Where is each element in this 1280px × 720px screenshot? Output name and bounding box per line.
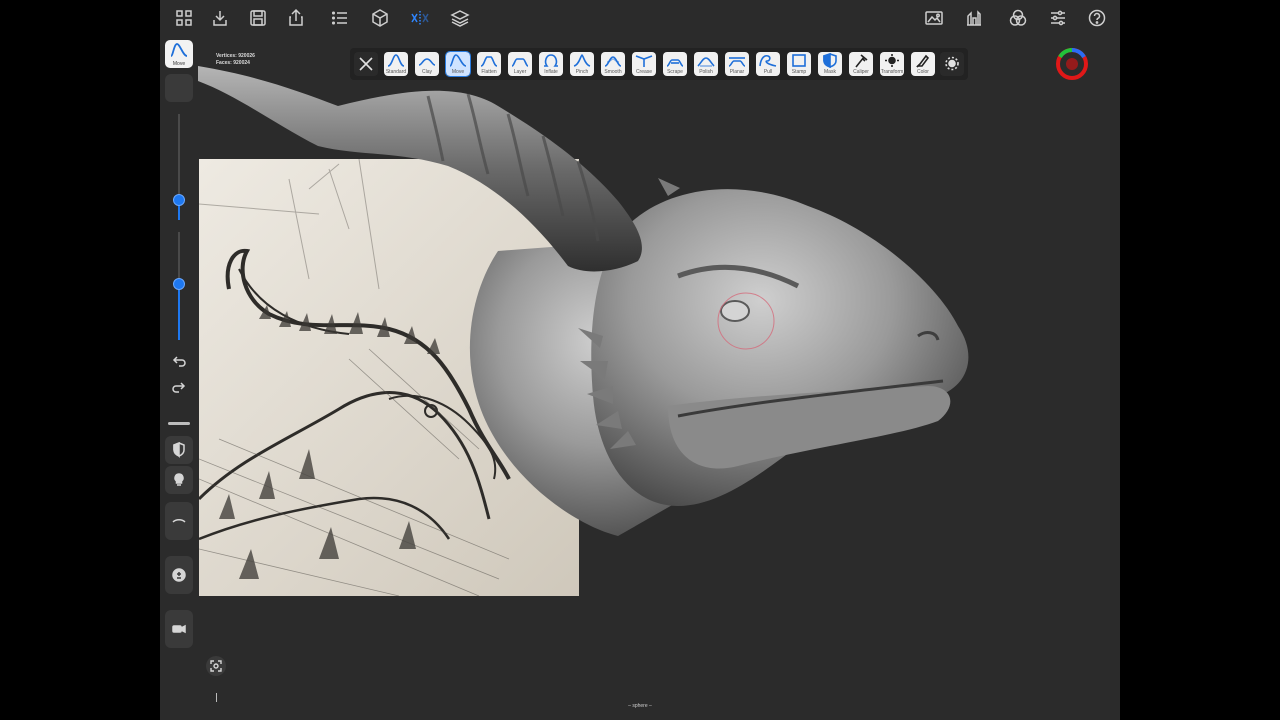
symmetry-icon[interactable]: [408, 6, 432, 30]
tool-pull[interactable]: Pull: [756, 52, 780, 76]
tool-scrape[interactable]: Scrape: [663, 52, 687, 76]
redo-button[interactable]: [165, 374, 193, 402]
caliper-icon: [855, 54, 868, 68]
dragon-head: [591, 189, 969, 506]
import-icon[interactable]: [208, 6, 232, 30]
planar-brush-icon: [728, 57, 746, 67]
radius-slider-track[interactable]: [178, 114, 180, 194]
app-window: Vertices: 920026 Faces: 920024 Standard …: [160, 0, 1120, 720]
clay-brush-icon: [418, 58, 436, 66]
settings-sliders-icon[interactable]: [1046, 6, 1070, 30]
tool-planar[interactable]: Planar: [725, 52, 749, 76]
camera-button[interactable]: [165, 610, 193, 648]
crossed-tools-icon: [359, 57, 373, 71]
scrape-brush-icon: [666, 59, 684, 67]
top-bar: [160, 0, 1120, 36]
polish-brush-icon: [697, 57, 715, 67]
faces-count: Faces: 920024: [216, 60, 250, 66]
text-cursor: [216, 693, 217, 702]
layers-icon[interactable]: [448, 6, 472, 30]
tool-preset-button[interactable]: [165, 74, 193, 102]
tool-options[interactable]: [940, 52, 964, 76]
vertices-count: Vertices: 920026: [216, 53, 255, 59]
snapshot-button[interactable]: [206, 656, 226, 676]
intensity-slider-thumb[interactable]: [173, 278, 185, 290]
move-brush-icon: [170, 43, 188, 57]
tool-flatten[interactable]: Flatten: [477, 52, 501, 76]
screenshot-icon: [210, 660, 222, 672]
light-button[interactable]: [165, 466, 193, 494]
add-subtract-button[interactable]: [165, 556, 193, 594]
sidebar-divider: [168, 422, 190, 425]
share-icon[interactable]: [284, 6, 308, 30]
plus-minus-icon: [172, 568, 186, 582]
save-icon[interactable]: [246, 6, 270, 30]
sculpt-toolbar: Standard Clay Move Flatten Layer Inflate…: [350, 48, 968, 80]
move-brush-icon: [449, 54, 467, 67]
intensity-slider-track[interactable]: [178, 232, 180, 278]
tool-smooth[interactable]: Smooth: [601, 52, 625, 76]
crease-brush-icon: [635, 55, 653, 67]
tool-clay[interactable]: Clay: [415, 52, 439, 76]
tool-polish[interactable]: Polish: [694, 52, 718, 76]
help-icon[interactable]: [1085, 6, 1109, 30]
tool-caliper[interactable]: Caliper: [849, 52, 873, 76]
stroke-curve-button[interactable]: [165, 502, 193, 540]
cube-icon[interactable]: [368, 6, 392, 30]
stamp-brush-icon: [792, 54, 806, 67]
undo-button[interactable]: [165, 348, 193, 376]
pull-brush-icon: [759, 54, 777, 67]
tool-transform[interactable]: Transform: [880, 52, 904, 76]
mask-toggle-button[interactable]: [165, 436, 193, 464]
inflate-brush-icon: [544, 54, 558, 67]
radius-slider-thumb[interactable]: [173, 194, 185, 206]
gallery-grid-icon[interactable]: [172, 6, 196, 30]
paint-brush-icon: [916, 54, 930, 68]
tool-layer[interactable]: Layer: [508, 52, 532, 76]
tool-toggle-x[interactable]: [354, 52, 378, 76]
video-camera-icon: [172, 624, 186, 634]
lightbulb-icon: [174, 473, 184, 486]
mesh-stats: Vertices: 920026 Faces: 920024: [216, 53, 255, 67]
dragon-horn: [198, 66, 642, 272]
orientation-gizmo[interactable]: [1054, 46, 1090, 82]
tool-color[interactable]: Color: [911, 52, 935, 76]
shield-icon: [173, 442, 185, 458]
curve-icon: [172, 519, 186, 523]
pinch-brush-icon: [573, 54, 591, 67]
layer-brush-icon: [511, 58, 529, 67]
redo-icon: [172, 382, 186, 393]
tool-stamp[interactable]: Stamp: [787, 52, 811, 76]
tool-pinch[interactable]: Pinch: [570, 52, 594, 76]
left-sidebar: Move: [160, 36, 198, 720]
tool-mask[interactable]: Mask: [818, 52, 842, 76]
transform-icon: [885, 54, 899, 67]
tool-move[interactable]: Move: [445, 51, 471, 77]
tool-inflate[interactable]: Inflate: [539, 52, 563, 76]
list-icon[interactable]: [328, 6, 352, 30]
target-icon: [945, 56, 959, 71]
mask-shield-icon: [823, 53, 837, 68]
undo-icon: [172, 356, 186, 367]
scene-icon[interactable]: [962, 6, 986, 30]
materials-icon[interactable]: [1006, 6, 1030, 30]
sculpt-viewport[interactable]: [198, 36, 1120, 720]
smooth-brush-icon: [604, 56, 622, 67]
dragon-eye: [720, 300, 750, 322]
tool-standard[interactable]: Standard: [384, 52, 408, 76]
object-name-label[interactable]: – sphere –: [160, 703, 1120, 709]
tool-crease[interactable]: Crease: [632, 52, 656, 76]
current-tool-button[interactable]: Move: [165, 40, 193, 68]
background-image-icon[interactable]: [922, 6, 946, 30]
standard-brush-icon: [387, 54, 405, 67]
flatten-brush-icon: [480, 56, 498, 67]
